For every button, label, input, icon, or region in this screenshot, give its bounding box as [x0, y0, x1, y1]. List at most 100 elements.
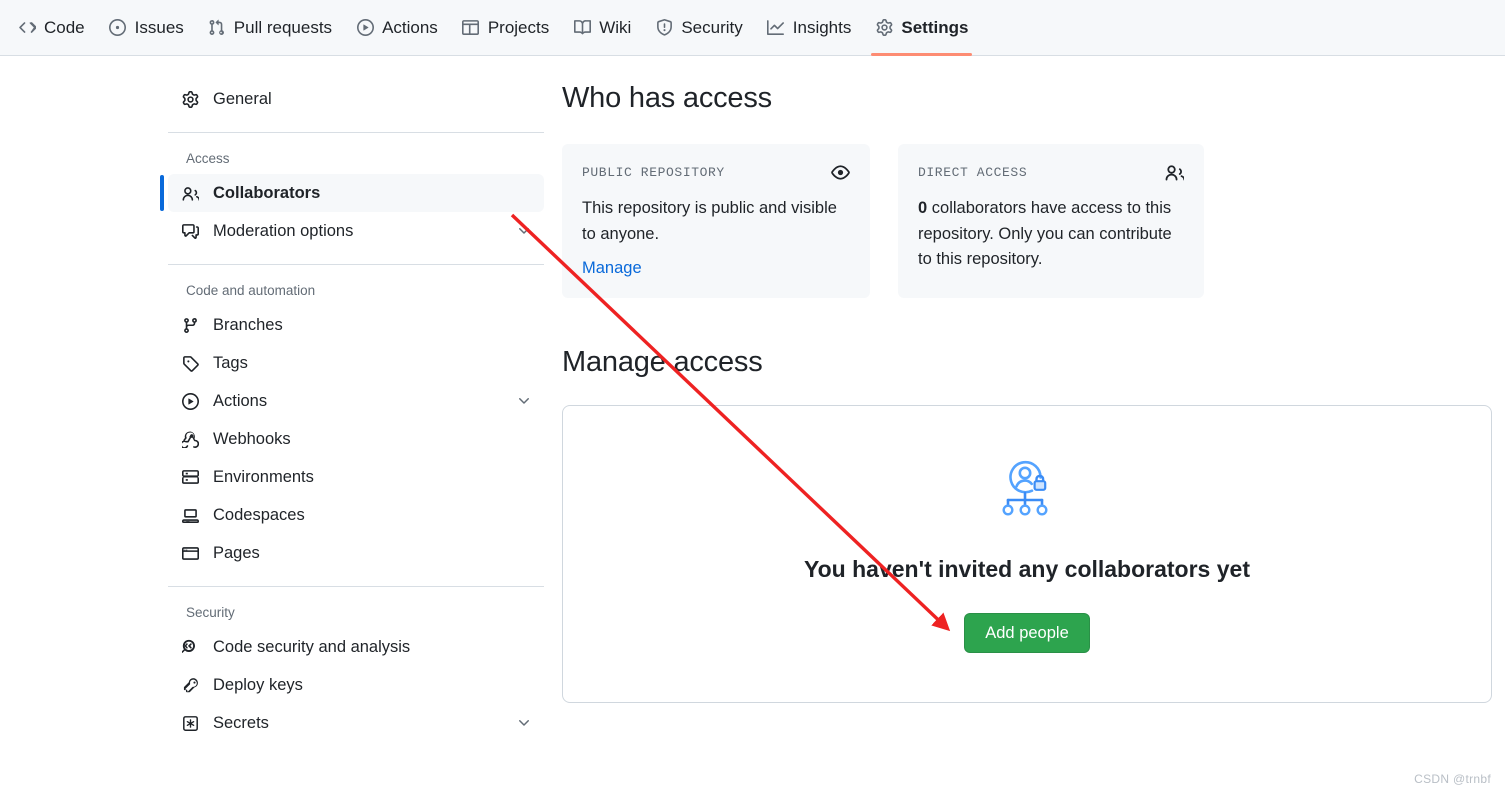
repo-nav-item-security[interactable]: Security [645, 0, 752, 55]
repo-nav-item-projects[interactable]: Projects [452, 0, 559, 55]
sidebar-item-label: Tags [213, 353, 248, 372]
sidebar-item-collaborators[interactable]: Collaborators [160, 174, 544, 212]
direct-access-card: DIRECT ACCESS 0 collaborators have acces… [898, 144, 1204, 299]
settings-sidebar: General Access Collaborators Moderation opt… [160, 80, 544, 742]
sidebar-item-branches[interactable]: Branches [168, 306, 544, 344]
sidebar-group-title: Code and automation [186, 283, 316, 298]
play-icon [356, 19, 374, 37]
sidebar-item-label: Branches [213, 315, 283, 334]
issue-opened-icon [109, 19, 127, 37]
codescan-icon [182, 639, 199, 656]
public-repository-card: PUBLIC REPOSITORY This repository is pub… [562, 144, 870, 299]
repo-nav-item-label: Issues [134, 17, 184, 37]
sidebar-item-label: Collaborators [213, 183, 321, 202]
repo-nav-item-label: Wiki [599, 17, 632, 37]
chevron-down-icon[interactable] [516, 393, 532, 409]
sidebar-item-label: Code security and analysis [213, 637, 411, 656]
git-branch-icon [182, 317, 199, 334]
collaborator-count: 0 [918, 199, 928, 218]
watermark: CSDN @trnbf [1414, 772, 1491, 786]
sidebar-group-title: Access [186, 151, 230, 166]
collaborators-blank-state: You haven't invited any collaborators ye… [562, 404, 1492, 703]
main-content: Who has access PUBLIC REPOSITORY This re… [562, 80, 1492, 703]
add-people-button[interactable]: Add people [964, 612, 1090, 653]
access-cards: PUBLIC REPOSITORY This repository is pub… [562, 144, 1492, 299]
people-icon [182, 185, 199, 202]
sidebar-item-label: General [213, 89, 272, 108]
repo-nav: Code Issues Pull requests Actions Projects Wi… [0, 0, 1505, 56]
repo-nav-item-label: Security [681, 17, 743, 37]
repo-nav-item-label: Code [44, 17, 85, 37]
sidebar-item-deploy-keys[interactable]: Deploy keys [168, 666, 544, 704]
repo-nav-item-code[interactable]: Code [8, 0, 95, 55]
repo-nav-item-settings[interactable]: Settings [865, 0, 978, 56]
chevron-down-icon[interactable] [516, 715, 532, 731]
sidebar-divider [168, 132, 544, 133]
sidebar-item-label: Codespaces [213, 505, 305, 524]
card-header: PUBLIC REPOSITORY [582, 162, 850, 182]
play-icon [182, 392, 199, 410]
card-kicker: DIRECT ACCESS [918, 164, 1028, 180]
sidebar-item-pages[interactable]: Pages [168, 534, 544, 572]
chevron-down-icon[interactable] [516, 223, 532, 239]
sidebar-item-label: Secrets [213, 713, 269, 732]
sidebar-item-secrets[interactable]: Secrets [168, 704, 544, 742]
sidebar-item-label: Deploy keys [213, 675, 303, 694]
sidebar-item-tags[interactable]: Tags [168, 344, 544, 382]
code-icon [18, 19, 36, 37]
key-icon [182, 677, 199, 694]
page-title: Who has access [562, 82, 772, 114]
repo-nav-item-label: Insights [792, 17, 852, 37]
person-lock-hierarchy-illustration [996, 455, 1058, 528]
table-icon [462, 19, 480, 37]
codespaces-icon [182, 507, 199, 524]
collaborator-description: collaborators have access to this reposi… [918, 199, 1172, 269]
card-kicker: PUBLIC REPOSITORY [582, 164, 725, 180]
webhook-icon [182, 431, 199, 448]
book-icon [573, 19, 591, 37]
repo-nav-item-label: Actions [382, 17, 438, 37]
repo-nav-item-label: Pull requests [233, 17, 333, 37]
sidebar-item-codespaces[interactable]: Codespaces [168, 496, 544, 534]
repo-nav-item-label: Projects [487, 17, 550, 37]
sidebar-item-code-security-and-analysis[interactable]: Code security and analysis [168, 628, 544, 666]
sidebar-item-label: Moderation options [213, 221, 354, 240]
server-icon [182, 469, 199, 486]
manage-visibility-link[interactable]: Manage [582, 259, 642, 278]
manage-access-title: Manage access [562, 346, 763, 379]
repo-nav-item-pull-requests[interactable]: Pull requests [198, 0, 342, 55]
tag-icon [182, 355, 199, 372]
sidebar-item-general[interactable]: General [168, 80, 544, 118]
sidebar-item-environments[interactable]: Environments [168, 458, 544, 496]
blank-state-heading: You haven't invited any collaborators ye… [804, 555, 1250, 582]
sidebar-item-label: Webhooks [213, 429, 291, 448]
page-body: General Access Collaborators Moderation opt… [0, 56, 1505, 792]
gear-icon [182, 90, 199, 108]
sidebar-item-label: Actions [213, 391, 268, 410]
sidebar-item-actions[interactable]: Actions [168, 382, 544, 420]
card-header: DIRECT ACCESS [918, 162, 1184, 182]
sidebar-item-moderation-options[interactable]: Moderation options [168, 212, 544, 250]
eye-icon [830, 162, 850, 182]
git-pull-request-icon [208, 19, 226, 37]
sidebar-item-webhooks[interactable]: Webhooks [168, 420, 544, 458]
comment-discussion-icon [182, 223, 199, 240]
graph-icon [767, 19, 785, 37]
gear-icon [875, 19, 893, 37]
sidebar-item-label: Environments [213, 467, 314, 486]
asterisk-icon [182, 715, 199, 732]
repo-nav-item-label: Settings [901, 17, 969, 37]
repo-nav-item-wiki[interactable]: Wiki [563, 0, 641, 55]
repo-nav-item-actions[interactable]: Actions [346, 0, 448, 55]
sidebar-item-label: Pages [213, 543, 260, 562]
sidebar-divider [168, 264, 544, 265]
repo-nav-item-issues[interactable]: Issues [99, 0, 194, 55]
shield-icon [655, 19, 673, 37]
sidebar-divider [168, 586, 544, 587]
app-root: Code Issues Pull requests Actions Projects Wi… [0, 0, 1505, 792]
sidebar-group-title: Security [186, 605, 235, 620]
browser-icon [182, 545, 199, 562]
people-icon [1164, 162, 1184, 182]
repo-nav-item-insights[interactable]: Insights [757, 0, 862, 55]
card-body-text: This repository is public and visible to… [582, 199, 837, 243]
